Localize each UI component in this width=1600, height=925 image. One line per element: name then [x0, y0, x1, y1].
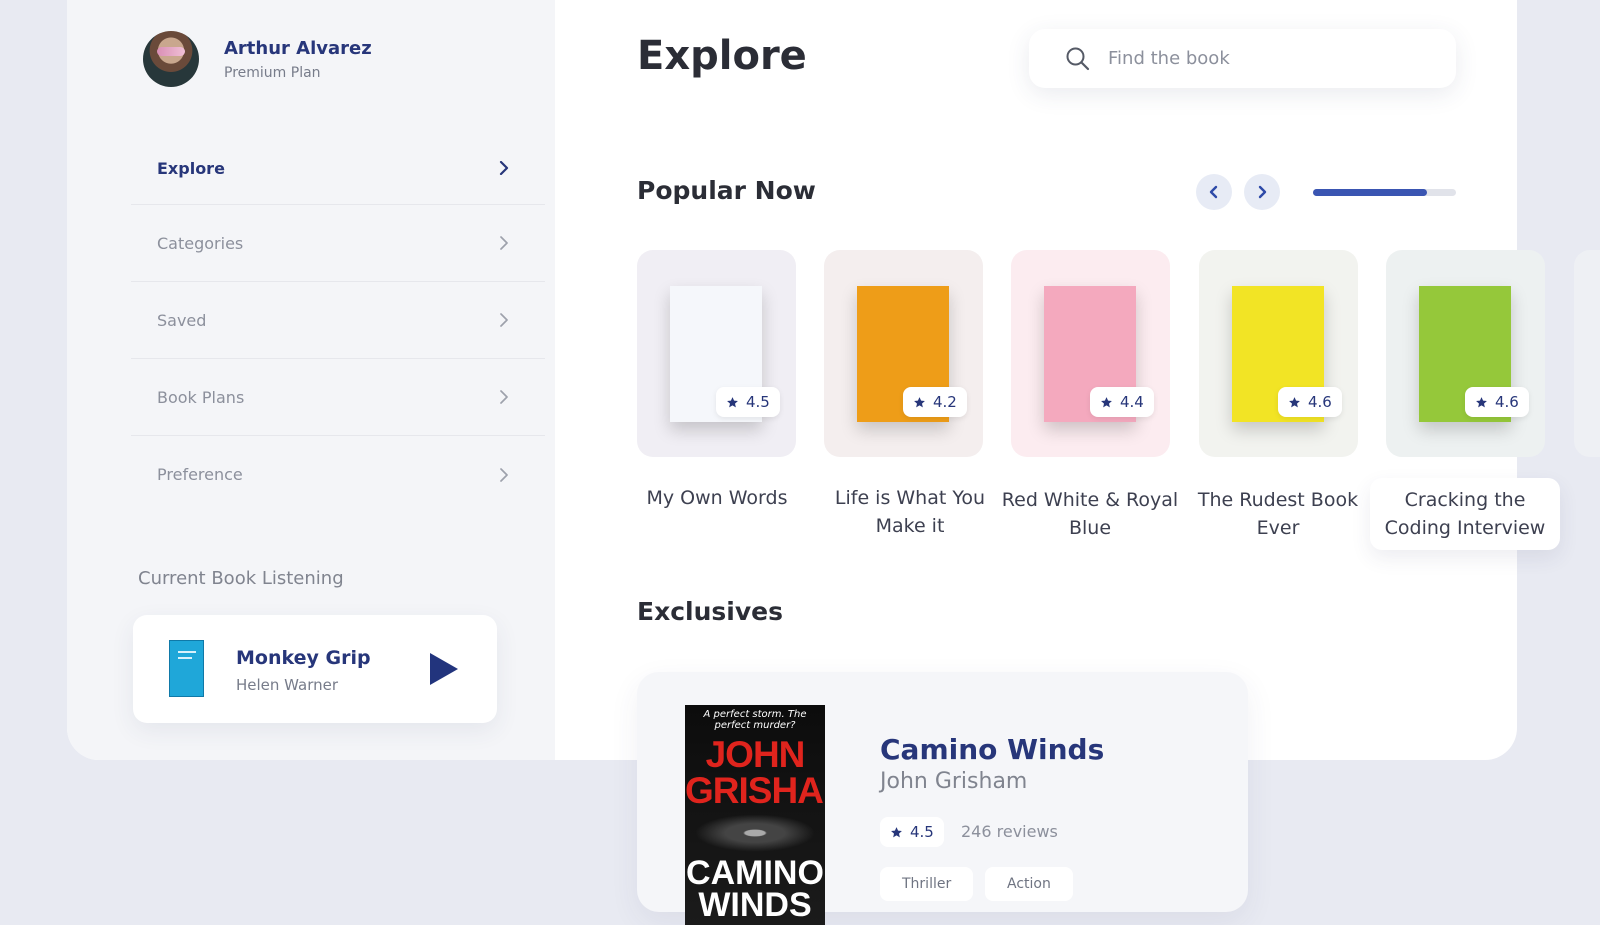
- star-icon: [891, 826, 902, 837]
- rating-value: 4.5: [910, 823, 934, 841]
- carousel-progress-bar: [1313, 189, 1456, 196]
- star-icon: [1476, 396, 1487, 407]
- sidebar-item-label: Saved: [157, 310, 207, 330]
- current-book-title: Monkey Grip: [236, 647, 371, 669]
- chevron-right-icon: [500, 313, 508, 327]
- current-book-heading: Current Book Listening: [138, 568, 344, 589]
- tag-action[interactable]: Action: [985, 867, 1073, 901]
- page-title: Explore: [637, 33, 807, 79]
- rating-value: 4.6: [1495, 393, 1519, 411]
- current-book-author: Helen Warner: [236, 676, 339, 694]
- exclusives-heading: Exclusives: [637, 597, 783, 626]
- rating-badge: 4.4: [1090, 387, 1154, 417]
- user-profile[interactable]: Arthur Alvarez Premium Plan: [143, 31, 372, 87]
- review-count: 246 reviews: [961, 822, 1058, 841]
- book-card[interactable]: 4.2: [824, 250, 983, 457]
- book-card[interactable]: 4.6: [1199, 250, 1358, 457]
- profile-text: Arthur Alvarez Premium Plan: [224, 38, 372, 81]
- tag-thriller[interactable]: Thriller: [880, 867, 974, 901]
- cover-author: JOHN GRISHAM: [685, 734, 825, 811]
- profile-plan: Premium Plan: [224, 64, 321, 81]
- search-icon: [1066, 47, 1090, 71]
- popular-now-heading: Popular Now: [637, 176, 816, 205]
- sidebar-item-categories[interactable]: Categories: [131, 205, 545, 282]
- current-book-cover: [169, 640, 204, 697]
- chevron-right-icon: [499, 161, 509, 175]
- search-box[interactable]: [1029, 29, 1456, 88]
- carousel-prev-button[interactable]: [1196, 174, 1232, 210]
- sidebar-nav: Explore Categories Saved Book Plans Pref…: [131, 132, 545, 513]
- chevron-right-icon: [500, 467, 508, 482]
- exclusive-book-title[interactable]: Camino Winds: [880, 733, 1104, 766]
- sidebar-item-label: Explore: [157, 158, 225, 178]
- star-icon: [1289, 396, 1300, 407]
- sidebar: Arthur Alvarez Premium Plan Explore Cate…: [67, 0, 555, 760]
- star-icon: [914, 396, 925, 407]
- rating-value: 4.5: [746, 393, 770, 411]
- sidebar-item-preference[interactable]: Preference: [131, 436, 545, 513]
- book-title[interactable]: Life is What You Make it: [815, 484, 1005, 540]
- book-title[interactable]: The Rudest Book Ever: [1183, 486, 1373, 542]
- search-input[interactable]: [1108, 48, 1408, 69]
- chevron-right-icon: [1258, 185, 1267, 199]
- star-icon: [727, 396, 738, 407]
- sidebar-item-book-plans[interactable]: Book Plans: [131, 359, 545, 436]
- rating-badge: 4.5: [716, 387, 780, 417]
- exclusive-book-card[interactable]: A perfect storm. The perfect murder? JOH…: [637, 672, 1248, 925]
- chevron-right-icon: [500, 390, 508, 404]
- book-title[interactable]: Cracking the Coding Interview: [1370, 478, 1560, 550]
- sidebar-item-saved[interactable]: Saved: [131, 282, 545, 359]
- chevron-right-icon: [500, 236, 508, 250]
- sidebar-item-label: Book Plans: [157, 387, 245, 407]
- book-title[interactable]: Red White & Royal Blue: [995, 486, 1185, 542]
- play-icon[interactable]: [429, 652, 459, 686]
- exclusive-book-author: John Grisham: [880, 769, 1028, 794]
- cover-tagline: A perfect storm. The perfect murder?: [703, 709, 807, 731]
- book-title[interactable]: My Own Words: [622, 484, 812, 512]
- cover-art: [685, 811, 825, 855]
- book-card[interactable]: 4.4: [1011, 250, 1170, 457]
- book-card[interactable]: 4.5: [637, 250, 796, 457]
- avatar[interactable]: [143, 31, 199, 87]
- sidebar-item-explore[interactable]: Explore: [131, 132, 545, 205]
- rating-badge: 4.6: [1278, 387, 1342, 417]
- rating-value: 4.6: [1308, 393, 1332, 411]
- carousel-progress-fill: [1313, 189, 1428, 196]
- star-icon: [1101, 396, 1112, 407]
- sidebar-item-label: Preference: [157, 465, 243, 484]
- rating-value: 4.2: [933, 393, 957, 411]
- chevron-left-icon: [1209, 185, 1218, 199]
- rating-badge: 4.6: [1465, 387, 1529, 417]
- book-card-partial[interactable]: [1574, 250, 1600, 457]
- rating-value: 4.4: [1120, 393, 1144, 411]
- sidebar-item-label: Categories: [157, 233, 244, 253]
- book-card[interactable]: 4.6: [1386, 250, 1545, 457]
- exclusive-book-cover: A perfect storm. The perfect murder? JOH…: [685, 705, 825, 925]
- carousel-next-button[interactable]: [1244, 174, 1280, 210]
- current-book-player[interactable]: Monkey Grip Helen Warner: [133, 615, 497, 723]
- cover-title: CAMINO WINDS: [686, 854, 824, 924]
- rating-badge: 4.5: [880, 817, 944, 847]
- profile-name: Arthur Alvarez: [224, 37, 372, 59]
- rating-badge: 4.2: [903, 387, 967, 417]
